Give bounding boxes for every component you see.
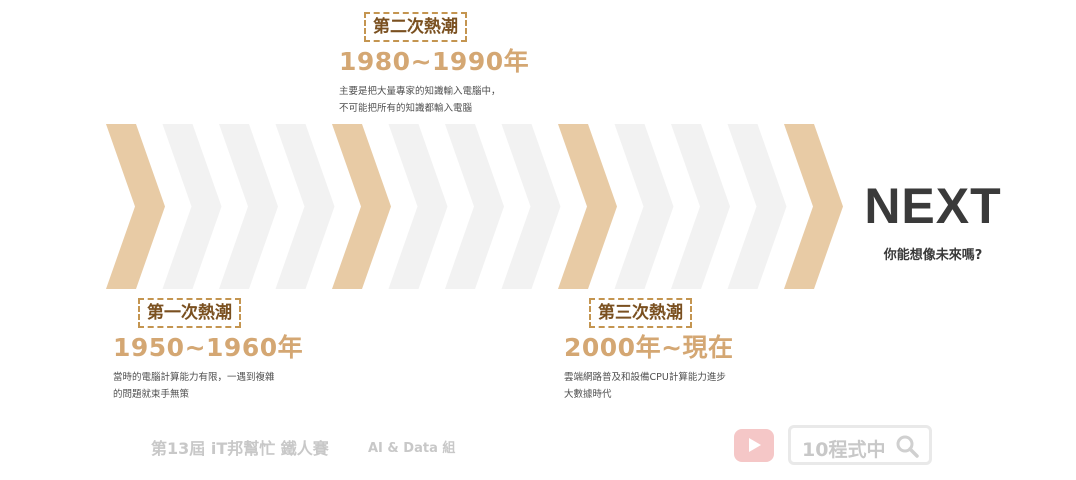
chevron [162,124,222,289]
next-title: NEXT [864,178,1002,234]
era-years: 1950~1960年 [113,333,304,362]
era-third: 第三次熱潮 2000年~現在 雲端網路普及和設備CPU計算能力進步 大數據時代 [564,298,734,403]
era-label: 第一次熱潮 [138,298,241,328]
era-second: 第二次熱潮 1980~1990年 主要是把大量專家的知識輸入電腦中， 不可能把所… [339,12,529,117]
chevron-accent [558,124,617,289]
chevron [614,124,674,289]
youtube-button[interactable] [734,429,774,462]
chevron-accent [332,124,391,289]
next-block: NEXT 你能想像未來嗎? [858,176,1008,263]
era-label: 第二次熱潮 [364,12,467,42]
chevron [275,124,335,289]
chevron-accent [106,124,165,289]
era-label: 第三次熱潮 [589,298,692,328]
search-box[interactable]: 10程式中 [788,425,932,465]
play-icon [749,438,761,452]
chevron [388,124,448,289]
chevron [219,124,278,289]
era-years: 2000年~現在 [564,333,734,362]
chevron [501,124,561,289]
era-description: 主要是把大量專家的知識輸入電腦中， 不可能把所有的知識都輸入電腦 [339,86,501,114]
era-years: 1980~1990年 [339,47,530,76]
search-text: 10程式中 [802,439,886,461]
next-subtitle: 你能想像未來嗎? [883,248,983,263]
chevron [727,124,787,289]
era-first: 第一次熱潮 1950~1960年 當時的電腦計算能力有限，一遇到複雜 的問題就束… [113,298,303,403]
contest-title: 第13屆 iT邦幫忙 鐵人賽 [151,439,329,458]
era-description: 當時的電腦計算能力有限，一遇到複雜 的問題就束手無策 [113,372,275,400]
chevron [445,124,504,289]
chevron-accent [784,124,843,289]
category-label: AI & Data 組 [368,441,456,456]
search-icon [896,435,919,458]
chevron [671,124,730,289]
era-description: 雲端網路普及和設備CPU計算能力進步 大數據時代 [564,372,726,400]
